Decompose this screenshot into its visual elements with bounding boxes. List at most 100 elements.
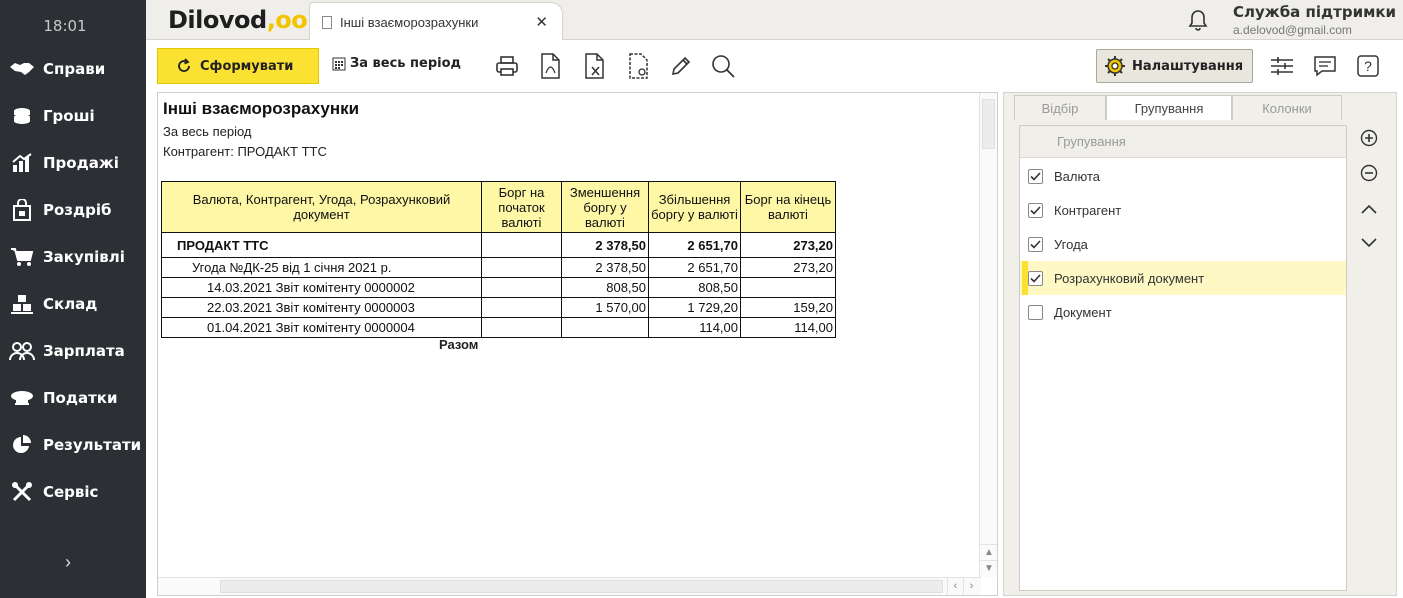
scroll-down-icon[interactable]: ▼ xyxy=(980,560,997,576)
sidebar-item-rezultaty[interactable]: Результати xyxy=(0,425,146,465)
clock: 18:01 xyxy=(43,17,87,35)
coins-icon xyxy=(9,104,35,128)
checkbox[interactable] xyxy=(1028,168,1043,184)
grouping-list: Групування Валюта Контрагент Угода Розра… xyxy=(1019,125,1347,591)
pdf-export-icon[interactable] xyxy=(538,52,564,80)
calendar-icon xyxy=(332,57,346,70)
form-report-button[interactable]: Сформувати xyxy=(157,48,319,84)
app-logo[interactable]: Dilovod,oo xyxy=(168,6,308,34)
checkbox[interactable] xyxy=(1028,202,1043,218)
shopping-bag-icon xyxy=(9,198,35,222)
sidebar-item-label: Закупівлі xyxy=(43,248,125,266)
table-row[interactable]: Угода №ДК-25 від 1 січня 2021 р. 2 378,5… xyxy=(161,257,836,278)
sidebar-item-label: Зарплата xyxy=(43,342,125,360)
report-period: За весь період xyxy=(163,124,252,139)
remove-circle-icon[interactable] xyxy=(1358,162,1380,184)
sidebar-item-zakupivli[interactable]: Закупівлі xyxy=(0,237,146,277)
sales-chart-icon xyxy=(9,151,35,175)
handshake-icon xyxy=(9,57,35,81)
col-header: Борг на початок валюті xyxy=(481,181,562,233)
chevron-up-icon[interactable] xyxy=(1358,198,1380,220)
help-icon[interactable]: ? xyxy=(1355,52,1381,80)
support-email: a.delovod@gmail.com xyxy=(1233,23,1352,37)
toolbar: Сформувати За весь період Налаштування ? xyxy=(146,40,1403,92)
close-icon[interactable]: ✕ xyxy=(535,13,548,31)
list-item[interactable]: Розрахунковий документ xyxy=(1020,261,1346,295)
sliders-icon[interactable] xyxy=(1269,52,1295,80)
vertical-scrollbar[interactable]: ▲ ▼ xyxy=(979,93,997,577)
support-block[interactable]: Служба підтримки a.delovod@gmail.com xyxy=(1233,3,1396,37)
col-header: Борг на кінець валюті xyxy=(740,181,836,233)
scroll-up-icon[interactable]: ▲ xyxy=(980,544,997,560)
sidebar-item-spravy[interactable]: Справи xyxy=(0,49,146,89)
officer-cap-icon xyxy=(9,386,35,410)
list-item[interactable]: Документ xyxy=(1020,295,1346,329)
sidebar-item-sklad[interactable]: Склад xyxy=(0,284,146,324)
cart-icon xyxy=(9,245,35,269)
sidebar-item-prodazhi[interactable]: Продажі xyxy=(0,143,146,183)
gear-icon xyxy=(1105,56,1125,76)
horizontal-scrollbar[interactable]: ‹ › xyxy=(158,577,981,595)
col-header: Збільшення боргу у валюті xyxy=(648,181,741,233)
report-table: Валюта, Контрагент, Угода, Розрахунковий… xyxy=(161,181,836,338)
sidebar-item-label: Продажі xyxy=(43,154,119,172)
sidebar-item-label: Сервіс xyxy=(43,483,99,501)
chevron-right-icon[interactable]: › xyxy=(58,552,78,572)
people-icon xyxy=(9,339,35,363)
list-item[interactable]: Контрагент xyxy=(1020,193,1346,227)
pie-chart-icon xyxy=(9,433,35,457)
sidebar-item-label: Податки xyxy=(43,389,118,407)
settings-panel: Відбір Групування Колонки Групування Вал… xyxy=(1003,92,1397,596)
scroll-left-icon[interactable]: ‹ xyxy=(947,578,963,595)
checkbox[interactable] xyxy=(1028,236,1043,252)
support-title: Служба підтримки xyxy=(1233,3,1397,21)
report-area: Інші взаєморозрахунки За весь період Кон… xyxy=(157,92,998,596)
scroll-thumb[interactable] xyxy=(982,99,995,149)
excel-export-icon[interactable] xyxy=(582,52,608,80)
sidebar-item-label: Склад xyxy=(43,295,98,313)
grouping-header: Групування xyxy=(1020,126,1346,158)
scroll-thumb[interactable] xyxy=(220,580,943,593)
search-icon[interactable] xyxy=(710,52,736,80)
print-icon[interactable] xyxy=(494,52,520,80)
table-row[interactable]: 01.04.2021 Звіт комітенту 0000004 114,00… xyxy=(161,317,836,338)
tab-filter[interactable]: Відбір xyxy=(1014,95,1106,120)
chat-icon[interactable] xyxy=(1312,52,1338,80)
report-total-label: Разом xyxy=(439,337,479,352)
col-header: Зменшення боргу у валюті xyxy=(561,181,649,233)
edit-pencil-icon[interactable] xyxy=(668,52,694,80)
settings-button[interactable]: Налаштування xyxy=(1096,49,1253,83)
refresh-icon xyxy=(178,58,190,72)
tab-columns[interactable]: Колонки xyxy=(1232,95,1342,120)
sidebar-item-rozdrib[interactable]: Роздріб xyxy=(0,190,146,230)
report-counterparty: Контрагент: ПРОДАКТ ТТС xyxy=(163,144,327,159)
sidebar-item-label: Справи xyxy=(43,60,106,78)
bell-icon[interactable] xyxy=(1186,7,1210,33)
sidebar-item-groshi[interactable]: Гроші xyxy=(0,96,146,136)
tools-icon xyxy=(9,480,35,504)
col-header: Валюта, Контрагент, Угода, Розрахунковий… xyxy=(161,181,482,233)
sidebar-item-label: Гроші xyxy=(43,107,95,125)
svg-text:?: ? xyxy=(1364,58,1372,74)
report-title: Інші взаєморозрахунки xyxy=(163,99,360,118)
tab-grouping[interactable]: Групування xyxy=(1106,95,1232,120)
table-row[interactable]: 22.03.2021 Звіт комітенту 0000003 1 570,… xyxy=(161,297,836,318)
sidebar-item-zarplata[interactable]: Зарплата xyxy=(0,331,146,371)
document-settings-icon[interactable] xyxy=(626,52,652,80)
list-item[interactable]: Угода xyxy=(1020,227,1346,261)
period-selector[interactable]: За весь період xyxy=(332,56,461,71)
checkbox[interactable] xyxy=(1028,270,1043,286)
checkbox[interactable] xyxy=(1028,304,1043,320)
boxes-icon xyxy=(9,292,35,316)
tab-title: Інші взаєморозрахунки xyxy=(340,14,479,30)
list-item[interactable]: Валюта xyxy=(1020,159,1346,193)
tab-document[interactable]: Інші взаєморозрахунки ✕ xyxy=(309,2,563,41)
sidebar-item-label: Результати xyxy=(43,436,142,454)
sidebar-item-podatky[interactable]: Податки xyxy=(0,378,146,418)
chevron-down-icon[interactable] xyxy=(1358,232,1380,254)
scroll-right-icon[interactable]: › xyxy=(963,578,979,595)
sidebar-item-servis[interactable]: Сервіс xyxy=(0,472,146,512)
table-row[interactable]: 14.03.2021 Звіт комітенту 0000002 808,50… xyxy=(161,277,836,298)
add-circle-icon[interactable] xyxy=(1358,127,1380,149)
table-row[interactable]: ПРОДАКТ ТТС 2 378,50 2 651,70 273,20 xyxy=(161,232,836,258)
